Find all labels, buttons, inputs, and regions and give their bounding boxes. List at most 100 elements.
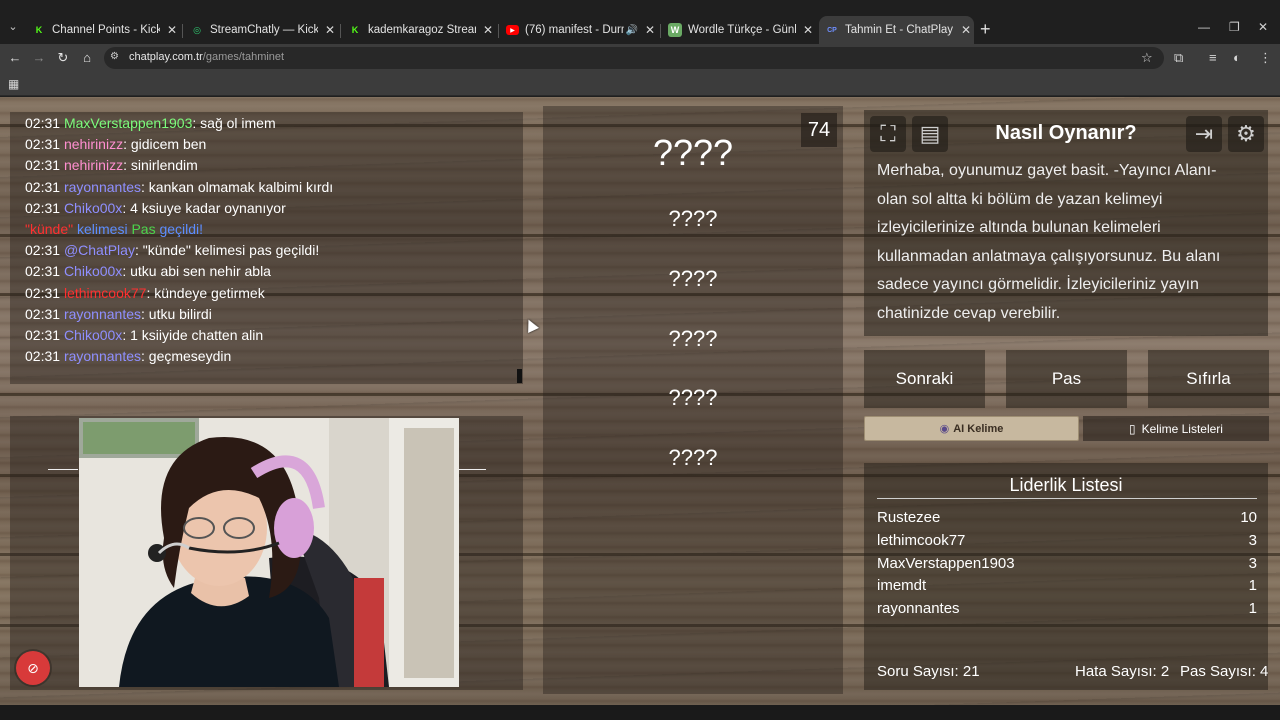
close-icon[interactable]: ✕ — [958, 23, 974, 37]
extensions-icon[interactable]: ⧉ — [1174, 50, 1183, 66]
tab-label: AI Kelime — [953, 422, 1004, 435]
how-to-play-text: Merhaba, oyunumuz gayet basit. -Yayıncı … — [877, 162, 1221, 322]
tab-search-icon[interactable]: ⌄ — [4, 18, 22, 36]
chat-username[interactable]: Chiko00x — [64, 200, 122, 216]
chat-message: 02:31 Chiko00x: utku abi sen nehir abla — [25, 263, 271, 279]
youtube-icon: ▶ — [506, 25, 519, 35]
leaderboard-name: imemdt — [877, 577, 927, 594]
chatplay-icon: CP — [827, 26, 837, 34]
wordle-icon: W — [668, 23, 682, 37]
apps-grid-icon[interactable]: ▦ — [8, 77, 19, 91]
tab-chatplay[interactable]: CP Tahmin Et - ChatPlay ✕ — [819, 16, 974, 44]
chat-text: kelimesi — [73, 221, 132, 237]
pass-button[interactable]: Pas — [1006, 350, 1127, 408]
reload-icon[interactable]: ↻ — [54, 49, 72, 67]
chat-text: : gidicem ben — [123, 136, 207, 153]
error-count: Hata Sayısı: 2 — [1075, 663, 1170, 680]
streamchatly-icon: ◎ — [193, 24, 201, 35]
chat-message: 02:31 rayonnantes: kankan olmamak kalbim… — [25, 179, 333, 195]
chat-message: 02:31 Chiko00x: 1 ksiiyide chatten alin — [25, 327, 263, 343]
chat-text: : kündeye getirmek — [146, 284, 265, 301]
chat-text: : utku bilirdi — [141, 305, 212, 322]
tab-title: Tahmin Et - ChatPlay — [845, 24, 954, 36]
chat-timestamp: 02:31 — [25, 305, 61, 322]
chat-username[interactable]: @ChatPlay — [64, 242, 135, 258]
record-button[interactable]: ⊘ — [16, 651, 50, 685]
home-icon[interactable]: ⌂ — [78, 49, 96, 67]
window-close-icon[interactable]: ✕ — [1258, 20, 1268, 34]
chat-username[interactable]: lethimcook77 — [64, 285, 147, 301]
chat-text: : 1 ksiiyide chatten alin — [122, 327, 264, 343]
tab-ai-word[interactable]: ◉ AI Kelime — [864, 416, 1079, 441]
new-tab-button[interactable]: + — [980, 20, 991, 38]
chat-username[interactable]: nehirinizz — [64, 136, 123, 152]
tab-separator — [182, 24, 183, 38]
tab-wordle[interactable]: W Wordle Türkçe - Günlük Kelime ✕ — [662, 20, 816, 40]
divider-line — [48, 469, 78, 470]
chat-timestamp: 02:31 — [25, 327, 61, 343]
chat-username[interactable]: rayonnantes — [64, 179, 141, 195]
chat-message: 02:31 rayonnantes: geçmeseydin — [25, 348, 231, 364]
leaderboard-score: 3 — [1248, 532, 1257, 549]
back-icon[interactable]: ← — [6, 49, 24, 67]
restore-icon[interactable]: ❐ — [1229, 20, 1240, 34]
url-text[interactable]: chatplay.com.tr/games/tahminet — [129, 51, 284, 63]
chat-message: 02:31 MaxVerstappen1903: sağ ol imem — [25, 115, 276, 131]
chat-username[interactable]: Chiko00x — [64, 263, 122, 279]
chat-username[interactable]: Chiko00x — [64, 327, 122, 343]
kick-icon: K — [351, 25, 359, 35]
chat-username[interactable]: nehirinizz — [64, 157, 123, 173]
main-word: ???? — [652, 132, 734, 173]
tab-kademkaragoz[interactable]: K kademkaragoz Stream - Watch ✕ — [342, 20, 496, 40]
speaker-icon[interactable]: 🔊 — [626, 25, 638, 36]
no-entry-icon: ⊘ — [27, 660, 39, 676]
forbidden-word: ???? — [668, 445, 718, 470]
forward-icon[interactable]: → — [30, 49, 48, 67]
close-icon[interactable]: ✕ — [322, 23, 338, 37]
forbidden-word: ???? — [668, 385, 718, 410]
divider-line — [459, 469, 486, 470]
chat-text: : "künde" kelimesi pas geçildi! — [134, 242, 320, 259]
forbidden-word: ???? — [668, 206, 718, 231]
chat-username[interactable]: "künde" — [25, 221, 73, 237]
chat-message: 02:31 Chiko00x: 4 ksiuye kadar oynanıyor — [25, 200, 286, 216]
menu-kebab-icon[interactable]: ⋮ — [1259, 50, 1272, 66]
chat-message: 02:31 nehirinizz: sinirlendim — [25, 157, 198, 173]
chat-username[interactable]: rayonnantes — [64, 348, 141, 364]
tab-title: StreamChatly — Kick Yayıncılar — [210, 24, 318, 36]
bookmark-star-icon[interactable]: ☆ — [1141, 50, 1153, 66]
profile-avatar[interactable]: ◐ — [1233, 50, 1241, 65]
gear-icon[interactable]: ⚙ — [1228, 116, 1264, 152]
url-host: chatplay.com.tr — [129, 51, 203, 63]
chat-text: : geçmeseydin — [141, 348, 232, 365]
next-button[interactable]: Sonraki — [864, 350, 985, 408]
chat-text: : kankan olmamak kalbimi kırdı — [141, 178, 334, 195]
reset-button[interactable]: Sıfırla — [1148, 350, 1269, 408]
chat-timestamp: 02:31 — [25, 348, 61, 365]
chat-message: "künde" kelimesi Pas geçildi! — [25, 221, 203, 237]
chat-scrollbar[interactable] — [517, 369, 522, 383]
leaderboard-name: MaxVerstappen1903 — [877, 555, 1015, 572]
tab-streamchatly[interactable]: ◎ StreamChatly — Kick Yayıncılar ✕ — [184, 20, 338, 40]
leaderboard-score: 10 — [1240, 509, 1257, 526]
tab-channel-points[interactable]: K Channel Points - Kick Dashboar ✕ — [26, 20, 180, 40]
tab-youtube-manifest[interactable]: ▶ (76) manifest - Durma | Offi 🔊 ✕ — [500, 20, 658, 40]
logout-icon[interactable]: ⇥ — [1186, 116, 1222, 152]
chat-text: : utku abi sen nehir abla — [122, 263, 271, 280]
tab-separator — [660, 24, 661, 38]
chat-timestamp: 02:31 — [25, 284, 61, 301]
minimize-icon[interactable]: — — [1198, 20, 1210, 34]
media-control-icon[interactable]: ≡ — [1209, 50, 1217, 65]
close-icon[interactable]: ✕ — [164, 23, 180, 37]
chat-text: : 4 ksiuye kadar oynanıyor — [122, 199, 286, 216]
close-icon[interactable]: ✕ — [642, 23, 658, 37]
chat-timestamp: 02:31 — [25, 263, 61, 280]
tab-word-lists[interactable]: ▯ Kelime Listeleri — [1083, 416, 1269, 441]
tab-separator — [340, 24, 341, 38]
close-icon[interactable]: ✕ — [800, 23, 816, 37]
chat-text: : sağ ol imem — [192, 115, 276, 131]
site-info-icon[interactable]: ⚙ — [110, 51, 119, 62]
chat-username[interactable]: MaxVerstappen1903 — [64, 115, 192, 131]
chat-username[interactable]: rayonnantes — [64, 306, 141, 322]
close-icon[interactable]: ✕ — [480, 23, 496, 37]
